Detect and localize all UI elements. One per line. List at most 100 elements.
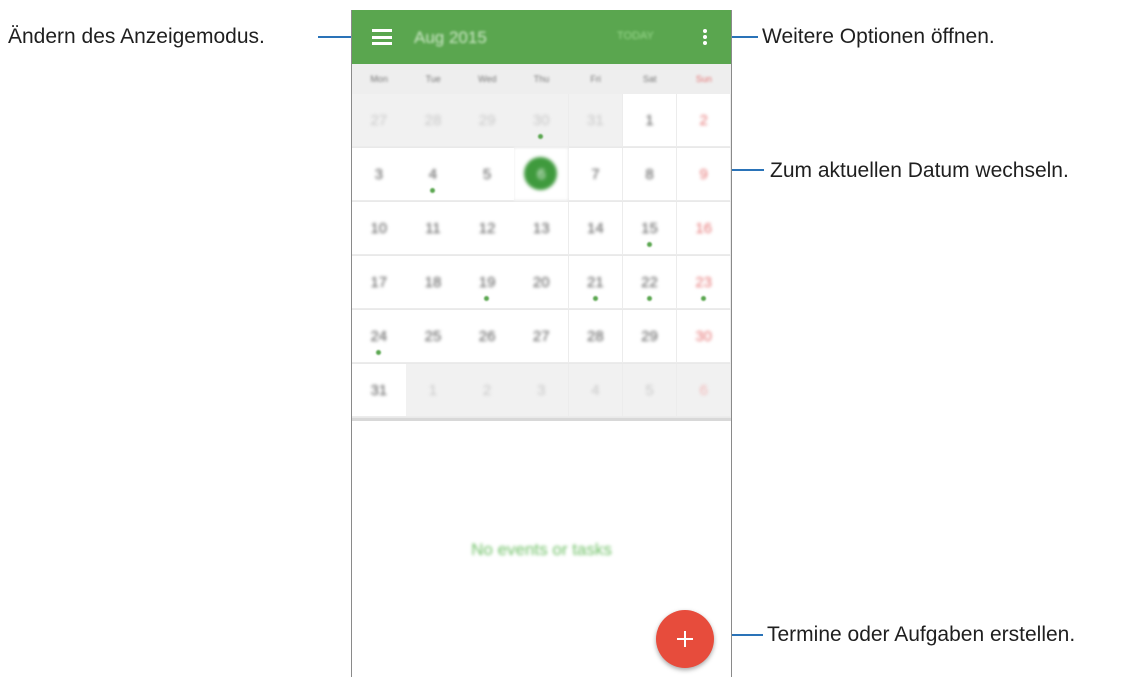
day-number: 8 — [645, 166, 654, 183]
day-cell[interactable]: 30 — [676, 310, 731, 363]
day-number: 29 — [478, 112, 496, 129]
day-cell[interactable]: 6 — [676, 364, 731, 417]
day-number: 13 — [532, 220, 550, 237]
day-number: 28 — [587, 328, 604, 345]
day-cell[interactable]: 3 — [352, 148, 407, 201]
day-cell[interactable]: 25 — [406, 310, 461, 363]
day-cell[interactable]: 5 — [460, 148, 515, 201]
day-cell[interactable]: 15 — [622, 202, 678, 255]
grid-divider — [352, 418, 731, 421]
day-number: 9 — [699, 166, 708, 183]
day-number: 30 — [695, 328, 712, 345]
add-event-button[interactable] — [656, 610, 714, 668]
day-cell[interactable]: 8 — [622, 148, 678, 201]
event-indicator-dot — [592, 296, 598, 301]
day-cell[interactable]: 31 — [568, 94, 624, 147]
month-grid: 27 28 29 30 31 1 2 3 4 5 6 7 8 9 10 11 12 13 14 15 16 17 18 19 2… — [352, 94, 731, 418]
event-indicator-dot — [430, 188, 436, 193]
day-cell[interactable]: 30 — [514, 94, 570, 147]
day-number: 22 — [641, 274, 658, 291]
day-cell[interactable]: 3 — [514, 364, 570, 417]
day-cell[interactable]: 4 — [406, 148, 461, 201]
day-number: 2 — [482, 382, 492, 399]
day-number: 4 — [428, 166, 438, 183]
callout-create: Termine oder Aufgaben erstellen. — [767, 623, 1076, 646]
day-cell[interactable]: 18 — [406, 256, 461, 309]
calendar-app-screen: Aug 2015 TODAY Mon Tue Wed Thu Fri Sat Sun 27 2… — [351, 10, 732, 677]
day-cell[interactable]: 22 — [622, 256, 678, 309]
day-cell[interactable]: 13 — [514, 202, 570, 255]
day-number: 14 — [587, 220, 604, 237]
day-cell[interactable]: 19 — [460, 256, 515, 309]
event-indicator-dot — [376, 350, 381, 355]
event-indicator-dot — [646, 242, 652, 247]
day-number: 5 — [645, 382, 654, 399]
day-cell[interactable]: 29 — [460, 94, 515, 147]
weekday-label: Tue — [425, 74, 441, 84]
day-cell[interactable]: 27 — [514, 310, 570, 363]
day-cell[interactable]: 17 — [352, 256, 407, 309]
day-cell[interactable]: 31 — [352, 364, 407, 417]
day-cell[interactable]: 28 — [406, 94, 461, 147]
day-cell[interactable]: 1 — [406, 364, 461, 417]
weekday-label: Sat — [643, 74, 657, 84]
event-indicator-dot — [484, 296, 490, 301]
more-options-icon[interactable] — [703, 29, 707, 45]
empty-state-text: No events or tasks — [471, 540, 612, 559]
day-number: 16 — [695, 220, 712, 237]
day-number: 19 — [478, 274, 496, 291]
today-button[interactable]: TODAY — [617, 30, 654, 42]
day-number: 10 — [370, 220, 388, 237]
day-number: 27 — [532, 328, 550, 345]
day-cell[interactable]: 9 — [676, 148, 731, 201]
day-cell[interactable]: 12 — [460, 202, 515, 255]
day-cell[interactable]: 5 — [622, 364, 678, 417]
day-cell[interactable]: 23 — [676, 256, 731, 309]
day-cell[interactable]: 2 — [460, 364, 515, 417]
weekday-label: Mon — [370, 74, 388, 84]
day-cell[interactable]: 28 — [568, 310, 624, 363]
day-number: 25 — [424, 328, 442, 345]
day-cell[interactable]: 16 — [676, 202, 731, 255]
day-cell[interactable]: 27 — [352, 94, 407, 147]
day-cell[interactable]: 26 — [460, 310, 515, 363]
day-cell[interactable]: 1 — [622, 94, 678, 147]
day-cell[interactable]: 4 — [568, 364, 624, 417]
day-cell[interactable]: 21 — [568, 256, 624, 309]
day-number: 29 — [641, 328, 658, 345]
day-number: 21 — [587, 274, 604, 291]
day-number: 31 — [370, 382, 388, 399]
day-number: 6 — [699, 382, 708, 399]
month-title[interactable]: Aug 2015 — [414, 28, 487, 48]
callout-more-options: Weitere Optionen öffnen. — [762, 25, 995, 48]
day-number: 5 — [482, 166, 492, 183]
day-cell[interactable]: 20 — [514, 256, 570, 309]
day-number: 11 — [425, 220, 441, 237]
day-number: 6 — [537, 166, 546, 183]
day-number: 23 — [695, 274, 712, 291]
day-cell[interactable]: 14 — [568, 202, 624, 255]
callout-today: Zum aktuellen Datum wechseln. — [770, 159, 1069, 182]
day-number: 4 — [591, 382, 600, 399]
day-number: 1 — [645, 112, 654, 129]
weekday-label: Wed — [478, 74, 497, 84]
day-number: 17 — [370, 274, 388, 291]
hamburger-menu-icon[interactable] — [372, 29, 392, 45]
day-cell[interactable]: 10 — [352, 202, 407, 255]
day-number: 31 — [587, 112, 604, 129]
weekday-label: Fri — [590, 74, 601, 84]
event-indicator-dot — [538, 134, 544, 139]
day-cell[interactable]: 29 — [622, 310, 678, 363]
day-cell[interactable]: 7 — [568, 148, 624, 201]
day-cell-today[interactable]: 6 — [514, 148, 570, 201]
day-cell[interactable]: 24 — [352, 310, 407, 363]
event-indicator-dot — [646, 296, 652, 301]
event-indicator-dot — [700, 296, 706, 301]
app-bar: Aug 2015 TODAY — [352, 10, 731, 64]
day-cell[interactable]: 11 — [406, 202, 461, 255]
day-number: 1 — [428, 382, 438, 399]
day-number: 24 — [370, 328, 388, 345]
day-number: 3 — [537, 382, 546, 399]
day-number: 30 — [532, 112, 550, 129]
day-cell[interactable]: 2 — [676, 94, 731, 147]
